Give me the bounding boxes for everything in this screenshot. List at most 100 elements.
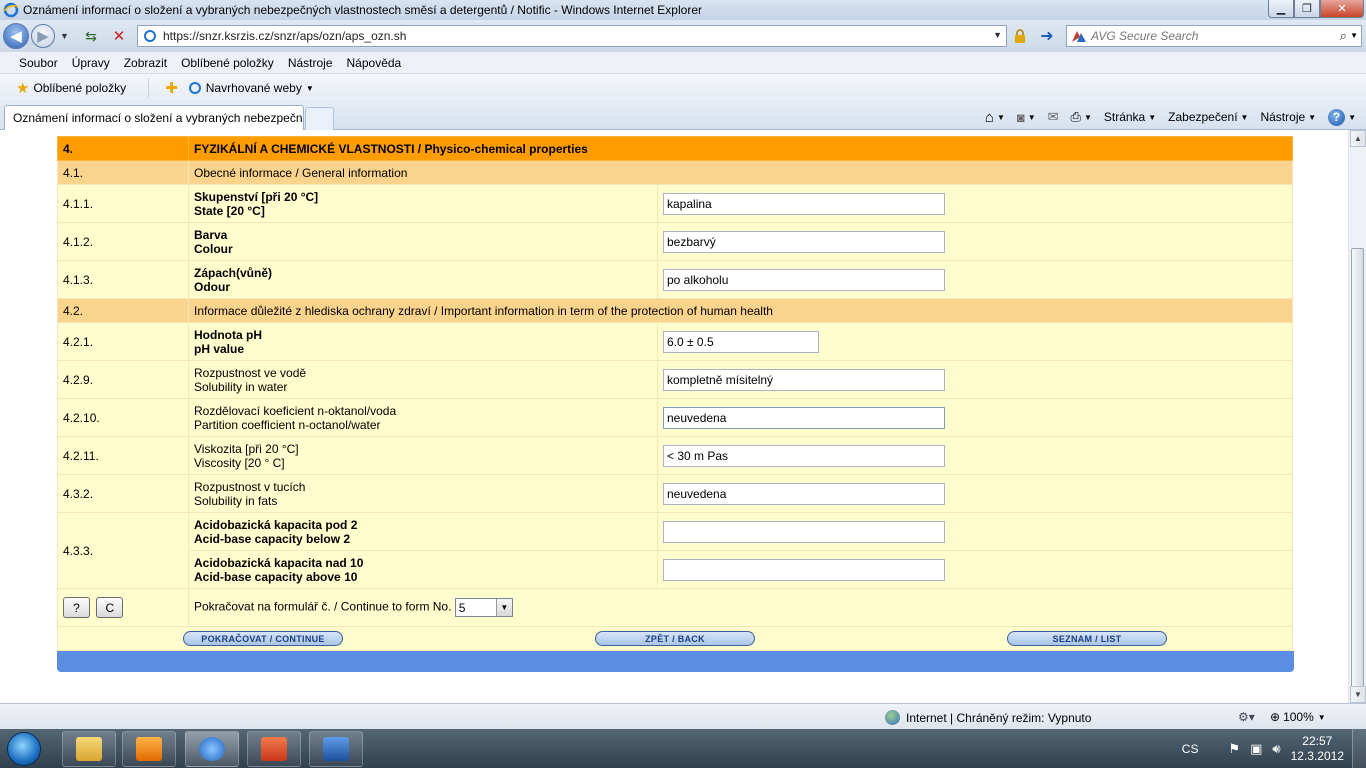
- tab-title: Oznámení informací o složení a vybraných…: [13, 111, 304, 125]
- menu-soubor[interactable]: Soubor: [19, 56, 58, 70]
- search-input[interactable]: AVG Secure Search ⌕ ▼: [1066, 25, 1362, 47]
- favorites-button[interactable]: ★ Oblíbené položky: [16, 79, 126, 97]
- label-cz: Hodnota pH: [194, 327, 262, 342]
- action-center-icon[interactable]: ⚑: [1228, 741, 1240, 757]
- acid-base-above-input[interactable]: [663, 558, 945, 581]
- security-menu-label: Zabezpečení: [1168, 110, 1238, 124]
- window-controls: ▁ ❐ ✕: [1268, 0, 1364, 18]
- feeds-button[interactable]: ◙ ▼: [1017, 110, 1036, 125]
- menu-zobrazit[interactable]: Zobrazit: [124, 56, 167, 70]
- compat-refresh-icon[interactable]: ⇆: [80, 26, 102, 46]
- restore-button[interactable]: ❐: [1294, 0, 1320, 18]
- volume-icon[interactable]: 🔊︎: [1272, 741, 1280, 757]
- home-button[interactable]: ⌂ ▼: [985, 109, 1005, 126]
- label-en: Partition coefficient n-octanol/water: [194, 417, 381, 432]
- media-player-icon: [136, 737, 162, 761]
- recent-pages-dropdown-icon[interactable]: ▼: [60, 31, 69, 41]
- print-button[interactable]: ⎙ ▼: [1071, 109, 1092, 125]
- network-icon[interactable]: ▣: [1250, 741, 1262, 757]
- menu-napoveda[interactable]: Nápověda: [347, 56, 402, 70]
- table-row-state: 4.1.1. Skupenství [při 20 °C] State [20 °…: [57, 184, 1293, 223]
- close-button[interactable]: ✕: [1320, 0, 1364, 18]
- taskbar-media-player[interactable]: [122, 731, 176, 767]
- colour-input[interactable]: bezbarvý: [663, 230, 945, 253]
- partition-coefficient-input[interactable]: neuvedena: [663, 406, 945, 429]
- word-icon: [323, 737, 349, 761]
- taskbar-word[interactable]: [309, 731, 363, 767]
- menu-upravy[interactable]: Úpravy: [72, 56, 110, 70]
- security-menu[interactable]: Zabezpečení ▼: [1168, 110, 1248, 124]
- label-cz: Viskozita [při 20 °C]: [194, 441, 299, 456]
- row-label: Zápach(vůně) Odour: [188, 260, 658, 299]
- add-favorite-icon: ✚: [165, 80, 178, 97]
- address-dropdown-icon[interactable]: ▼: [993, 30, 1002, 40]
- page-icon: [144, 30, 156, 42]
- viscosity-input[interactable]: < 30 m Pas: [663, 444, 945, 467]
- powerpoint-icon: [261, 737, 287, 761]
- list-button[interactable]: SEZNAM / LIST: [1007, 631, 1167, 646]
- system-tray: CS ⚑ ▣ 🔊︎ 22:57 12.3.2012: [1182, 729, 1366, 768]
- table-row-solubility-water: 4.2.9. Rozpustnost ve vodě Solubility in …: [57, 360, 1293, 399]
- table-row-partition: 4.2.10. Rozdělovací koeficient n-oktanol…: [57, 398, 1293, 437]
- help-button[interactable]: ? ▼: [1328, 108, 1356, 126]
- row-number: 4.1.2.: [57, 222, 189, 261]
- clock[interactable]: 22:57 12.3.2012: [1291, 734, 1344, 764]
- help-form-button[interactable]: ?: [63, 597, 90, 618]
- minimize-button[interactable]: ▁: [1268, 0, 1294, 18]
- row-label: Acidobazická kapacita pod 2 Acid-base cap…: [188, 512, 658, 551]
- help-icon: ?: [1328, 108, 1346, 126]
- ie-icon: [199, 737, 225, 761]
- form-number-select[interactable]: 5 ▼: [454, 598, 513, 617]
- start-button[interactable]: [4, 729, 44, 768]
- suggested-sites-label: Navrhované weby: [205, 81, 302, 95]
- new-tab-button[interactable]: [305, 107, 334, 130]
- clock-date: 12.3.2012: [1290, 748, 1344, 763]
- menu-nastroje[interactable]: Nástroje: [288, 56, 333, 70]
- search-icon[interactable]: ⌕: [1340, 28, 1347, 44]
- go-arrow-icon[interactable]: ➜: [1038, 27, 1056, 45]
- search-dropdown-icon[interactable]: ▼: [1350, 31, 1358, 40]
- clear-form-button[interactable]: C: [96, 597, 124, 618]
- page-menu[interactable]: Stránka ▼: [1104, 110, 1156, 124]
- address-input[interactable]: https://snzr.ksrzis.cz/snzr/aps/ozn/aps_…: [137, 25, 1007, 47]
- scroll-thumb[interactable]: [1351, 248, 1364, 688]
- mail-button[interactable]: ✉: [1048, 109, 1059, 125]
- tab-active[interactable]: Oznámení informací o složení a vybraných…: [4, 105, 304, 130]
- command-bar: ⌂ ▼ ◙ ▼ ✉ ⎙ ▼ Stránka ▼ Zabezpečení ▼ Nástroj…: [973, 106, 1356, 128]
- label-cz: Acidobazická kapacita pod 2: [194, 517, 358, 532]
- lock-icon[interactable]: [1012, 28, 1028, 44]
- state-input[interactable]: kapalina: [663, 192, 945, 215]
- row-label: Skupenství [při 20 °C] State [20 °C]: [188, 184, 658, 223]
- taskbar-explorer[interactable]: [62, 731, 116, 767]
- security-zone[interactable]: Internet | Chráněný režim: Vypnuto: [885, 710, 1091, 725]
- taskbar-powerpoint[interactable]: [247, 731, 301, 767]
- odour-input[interactable]: po alkoholu: [663, 268, 945, 291]
- back-button[interactable]: ◀: [3, 23, 29, 49]
- scroll-up-icon[interactable]: ▲: [1350, 130, 1366, 147]
- tools-menu[interactable]: Nástroje ▼: [1260, 110, 1316, 124]
- menu-oblibene[interactable]: Oblíbené položky: [181, 56, 274, 70]
- vertical-scrollbar[interactable]: ▲ ▼: [1348, 130, 1366, 703]
- properties-table: 4. FYZIKÁLNÍ A CHEMICKÉ VLASTNOSTI / Phy…: [57, 136, 1293, 627]
- suggested-sites-button[interactable]: Navrhované weby ▼: [188, 81, 314, 95]
- show-desktop-button[interactable]: [1352, 729, 1366, 768]
- row-number: 4.1.3.: [57, 260, 189, 299]
- zoom-control[interactable]: ⊕ 100% ▼: [1270, 710, 1326, 724]
- label-en: Solubility in fats: [194, 493, 278, 508]
- chevron-down-icon: ▼: [996, 112, 1005, 122]
- settings-icon[interactable]: ⚙▾: [1238, 710, 1255, 724]
- solubility-water-input[interactable]: kompletně mísitelný: [663, 368, 945, 391]
- language-indicator[interactable]: CS: [1182, 742, 1199, 756]
- solubility-fats-input[interactable]: neuvedena: [663, 482, 945, 505]
- chevron-down-icon: ▼: [1240, 112, 1249, 122]
- back-button[interactable]: ZPĚT / BACK: [595, 631, 755, 646]
- scroll-down-icon[interactable]: ▼: [1350, 686, 1366, 703]
- home-icon: ⌂: [984, 108, 994, 126]
- forward-button[interactable]: ▶: [31, 24, 55, 48]
- taskbar-internet-explorer[interactable]: [185, 731, 239, 767]
- add-to-favorites-bar-button[interactable]: ✚: [165, 79, 182, 97]
- acid-base-below-input[interactable]: [663, 520, 945, 543]
- stop-icon[interactable]: ✕: [108, 26, 130, 46]
- ph-input[interactable]: 6.0 ± 0.5: [663, 330, 819, 353]
- continue-button[interactable]: POKRAČOVAT / CONTINUE: [183, 631, 343, 646]
